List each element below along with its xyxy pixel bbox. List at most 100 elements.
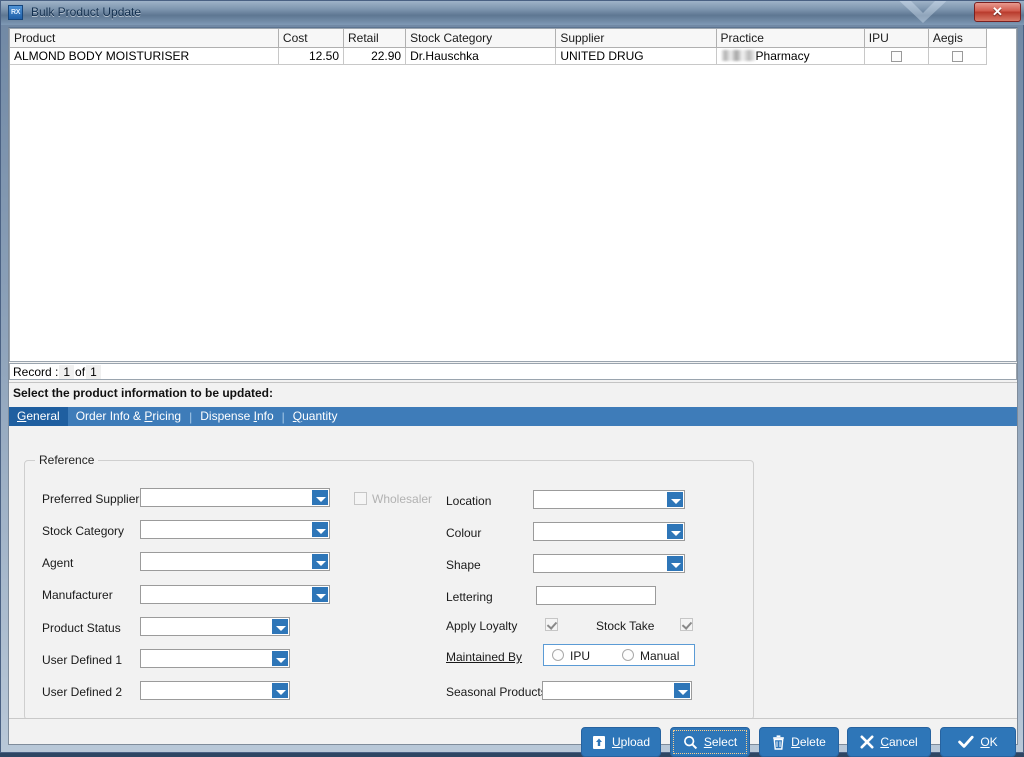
bulk-product-update-window: RX Bulk Product Update ✕ Product Cost Re… (0, 0, 1024, 757)
table-row[interactable]: ALMOND BODY MOISTURISER 12.50 22.90 Dr.H… (10, 47, 988, 65)
chevron-down-icon[interactable] (272, 683, 288, 698)
cell-stock-category[interactable]: Dr.Hauschka (405, 47, 557, 65)
aegis-checkbox[interactable] (951, 51, 963, 63)
label-colour: Colour (446, 526, 482, 540)
tab-general[interactable]: General (9, 407, 68, 426)
label-seasonal-products: Seasonal Products (446, 685, 547, 699)
close-icon[interactable]: ✕ (974, 2, 1021, 22)
rx-icon: RX (8, 5, 23, 20)
radio-manual[interactable] (622, 649, 634, 661)
cell-product[interactable]: ALMOND BODY MOISTURISER (10, 47, 279, 65)
column-header-stock-category[interactable]: Stock Category (405, 29, 557, 48)
wholesaler-checkbox[interactable] (354, 492, 367, 505)
maintained-by-radio-group: IPU Manual (543, 644, 695, 666)
tab-quantity[interactable]: Quantity (285, 407, 346, 426)
label-user-defined-2: User Defined 2 (42, 685, 123, 699)
trash-icon (773, 734, 784, 750)
cell-practice[interactable]: Pharmacy (716, 47, 865, 65)
chevron-down-icon[interactable] (272, 651, 288, 666)
seasonal-products-combo[interactable] (542, 681, 692, 700)
column-header-cost[interactable]: Cost (278, 29, 345, 48)
manufacturer-combo[interactable] (140, 585, 330, 604)
cancel-button-label: Cancel (880, 735, 918, 749)
tab-dispense-info[interactable]: Dispense Info (192, 407, 281, 426)
select-button-label: Select (703, 735, 738, 749)
label-stock-take: Stock Take (596, 619, 655, 633)
chevron-down-icon[interactable] (312, 490, 328, 505)
label-preferred-supplier: Preferred Supplier (42, 492, 140, 506)
ipu-checkbox[interactable] (890, 51, 902, 63)
chevron-down-icon[interactable] (312, 587, 328, 602)
user-defined-2-combo[interactable] (140, 681, 290, 700)
product-table: Product Cost Retail Stock Category Suppl… (10, 29, 988, 65)
delete-button-label: Delete (791, 735, 826, 749)
general-tab-panel: Reference Preferred Supplier Stock Categ… (9, 426, 1017, 720)
radio-ipu[interactable] (552, 649, 564, 661)
chevron-down-icon[interactable] (667, 556, 683, 571)
ok-button-label: OK (980, 735, 998, 749)
label-stock-category: Stock Category (42, 524, 125, 538)
cross-icon (860, 735, 874, 749)
titlebar-chevron-watermark (899, 1, 947, 23)
stock-take-checkbox[interactable] (680, 618, 693, 631)
cell-ipu[interactable] (864, 47, 929, 65)
instruction-text: Select the product information to be upd… (9, 382, 1017, 402)
column-header-aegis[interactable]: Aegis (928, 29, 988, 48)
apply-loyalty-checkbox[interactable] (545, 618, 558, 631)
column-header-ipu[interactable]: IPU (864, 29, 929, 48)
cell-supplier[interactable]: UNITED DRUG (555, 47, 717, 65)
column-header-product[interactable]: Product (10, 29, 279, 48)
agent-combo[interactable] (140, 552, 330, 571)
column-header-retail[interactable]: Retail (343, 29, 407, 48)
radio-label-ipu[interactable]: IPU (570, 649, 590, 663)
cell-aegis[interactable] (928, 47, 988, 65)
tab-bar: General Order Info & Pricing | Dispense … (9, 407, 1017, 426)
column-header-supplier[interactable]: Supplier (555, 29, 717, 48)
radio-label-manual[interactable]: Manual (640, 649, 679, 663)
label-shape: Shape (446, 558, 481, 572)
product-grid[interactable]: Product Cost Retail Stock Category Suppl… (9, 28, 1017, 362)
chevron-down-icon[interactable] (312, 554, 328, 569)
chevron-down-icon[interactable] (312, 522, 328, 537)
label-maintained-by[interactable]: Maintained By (446, 650, 522, 664)
label-manufacturer: Manufacturer (42, 588, 113, 602)
cell-practice-text: Pharmacy (755, 49, 810, 63)
lettering-input[interactable] (536, 586, 656, 605)
cell-retail[interactable]: 22.90 (343, 47, 407, 65)
label-lettering: Lettering (446, 590, 493, 604)
chevron-down-icon[interactable] (674, 683, 690, 698)
title-bar[interactable]: RX Bulk Product Update ✕ (1, 1, 1024, 25)
label-user-defined-1: User Defined 1 (42, 653, 123, 667)
redacted-practice-name (720, 50, 756, 61)
product-status-combo[interactable] (140, 617, 290, 636)
shape-combo[interactable] (533, 554, 685, 573)
column-header-practice[interactable]: Practice (716, 29, 865, 48)
chevron-down-icon[interactable] (667, 524, 683, 539)
reference-groupbox-label: Reference (35, 453, 99, 467)
colour-combo[interactable] (533, 522, 685, 541)
user-defined-1-combo[interactable] (140, 649, 290, 668)
record-of: of (75, 365, 86, 379)
magnifier-icon (683, 735, 697, 749)
upload-button-label: Upload (611, 735, 651, 749)
tab-order-info-pricing[interactable]: Order Info & Pricing (68, 407, 189, 426)
label-wholesaler: Wholesaler (372, 492, 433, 506)
label-agent: Agent (42, 556, 74, 570)
check-icon (958, 735, 974, 748)
preferred-supplier-combo[interactable] (140, 488, 330, 507)
table-header-row: Product Cost Retail Stock Category Suppl… (10, 29, 988, 48)
label-product-status: Product Status (42, 621, 121, 635)
record-total: 1 (86, 365, 101, 379)
record-navigator: Record :1 of 1 (9, 363, 1017, 380)
stock-category-combo[interactable] (140, 520, 330, 539)
location-combo[interactable] (533, 490, 685, 509)
record-label: Record : (13, 365, 59, 379)
upload-icon (592, 735, 605, 749)
record-current[interactable]: 1 (59, 365, 75, 379)
label-location: Location (446, 494, 492, 508)
chevron-down-icon[interactable] (667, 492, 683, 507)
client-area: Product Cost Retail Stock Category Suppl… (8, 27, 1018, 757)
cell-cost[interactable]: 12.50 (278, 47, 345, 65)
dialog-button-bar: Upload Select Delete Cancel OK (9, 718, 1017, 757)
chevron-down-icon[interactable] (272, 619, 288, 634)
